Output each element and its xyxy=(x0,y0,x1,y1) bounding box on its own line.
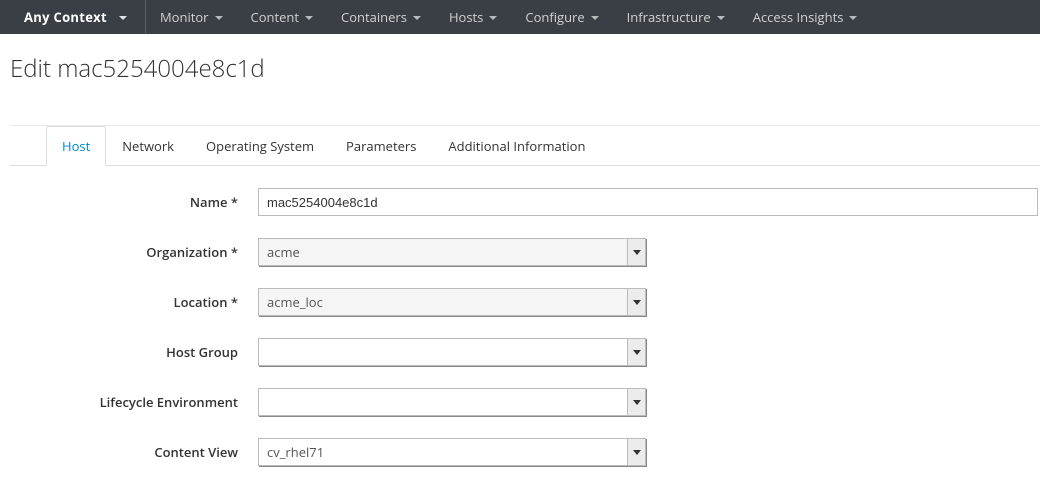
host-group-select[interactable] xyxy=(258,338,646,366)
lifecycle-environment-select[interactable] xyxy=(258,388,646,416)
label-name: Name * xyxy=(10,193,258,211)
form-row-lifecycle-environment: Lifecycle Environment xyxy=(10,388,1040,416)
tabs: Host Network Operating System Parameters… xyxy=(10,126,1040,166)
select-caret-icon xyxy=(627,389,645,415)
label-location: Location * xyxy=(10,293,258,311)
host-form: Name * Organization * acme Location * ac… xyxy=(10,166,1040,466)
context-switcher[interactable]: Any Context xyxy=(0,0,146,34)
nav-item-configure[interactable]: Configure xyxy=(511,0,612,34)
edit-host-panel: Host Network Operating System Parameters… xyxy=(10,125,1040,466)
chevron-down-icon xyxy=(215,16,223,20)
nav-item-monitor[interactable]: Monitor xyxy=(146,0,237,34)
select-caret-icon xyxy=(627,339,645,365)
form-row-name: Name * xyxy=(10,188,1040,216)
select-value: cv_rhel71 xyxy=(267,443,324,461)
nav-item-containers[interactable]: Containers xyxy=(327,0,435,34)
chevron-down-icon xyxy=(717,16,725,20)
context-label: Any Context xyxy=(24,8,107,26)
tab-network[interactable]: Network xyxy=(106,126,190,166)
label-lifecycle-environment: Lifecycle Environment xyxy=(10,393,258,411)
top-nav: Any Context Monitor Content Containers H… xyxy=(0,0,1040,34)
page-title: Edit mac5254004e8c1d xyxy=(0,34,1040,85)
form-row-location: Location * acme_loc xyxy=(10,288,1040,316)
nav-item-label: Configure xyxy=(525,8,584,26)
select-value: acme xyxy=(267,243,300,261)
form-row-content-view: Content View cv_rhel71 xyxy=(10,438,1040,466)
name-input[interactable] xyxy=(258,188,1038,216)
nav-item-label: Infrastructure xyxy=(627,8,711,26)
nav-item-infrastructure[interactable]: Infrastructure xyxy=(613,0,739,34)
chevron-down-icon xyxy=(413,16,421,20)
chevron-down-icon xyxy=(305,16,313,20)
nav-item-content[interactable]: Content xyxy=(237,0,328,34)
location-select[interactable]: acme_loc xyxy=(258,288,646,316)
nav-item-label: Access Insights xyxy=(753,8,844,26)
content-view-select[interactable]: cv_rhel71 xyxy=(258,438,646,466)
nav-item-label: Content xyxy=(251,8,300,26)
chevron-down-icon xyxy=(119,16,127,20)
nav-menu: Monitor Content Containers Hosts Configu… xyxy=(146,0,871,34)
form-row-organization: Organization * acme xyxy=(10,238,1040,266)
select-caret-icon xyxy=(627,239,645,265)
nav-item-label: Containers xyxy=(341,8,407,26)
tab-label: Additional Information xyxy=(448,137,585,155)
chevron-down-icon xyxy=(591,16,599,20)
tab-label: Operating System xyxy=(206,137,314,155)
label-host-group: Host Group xyxy=(10,343,258,361)
tab-label: Host xyxy=(62,137,90,155)
chevron-down-icon xyxy=(849,16,857,20)
nav-item-access-insights[interactable]: Access Insights xyxy=(739,0,872,34)
select-value: acme_loc xyxy=(267,293,323,311)
tab-operating-system[interactable]: Operating System xyxy=(190,126,330,166)
tab-label: Parameters xyxy=(346,137,416,155)
tab-label: Network xyxy=(122,137,174,155)
label-content-view: Content View xyxy=(10,443,258,461)
tab-additional-information[interactable]: Additional Information xyxy=(432,126,601,166)
form-row-host-group: Host Group xyxy=(10,338,1040,366)
tab-parameters[interactable]: Parameters xyxy=(330,126,432,166)
nav-item-hosts[interactable]: Hosts xyxy=(435,0,511,34)
organization-select[interactable]: acme xyxy=(258,238,646,266)
select-caret-icon xyxy=(627,289,645,315)
select-caret-icon xyxy=(627,439,645,465)
chevron-down-icon xyxy=(489,16,497,20)
tab-host[interactable]: Host xyxy=(46,126,106,166)
nav-item-label: Hosts xyxy=(449,8,483,26)
label-organization: Organization * xyxy=(10,243,258,261)
nav-item-label: Monitor xyxy=(160,8,209,26)
